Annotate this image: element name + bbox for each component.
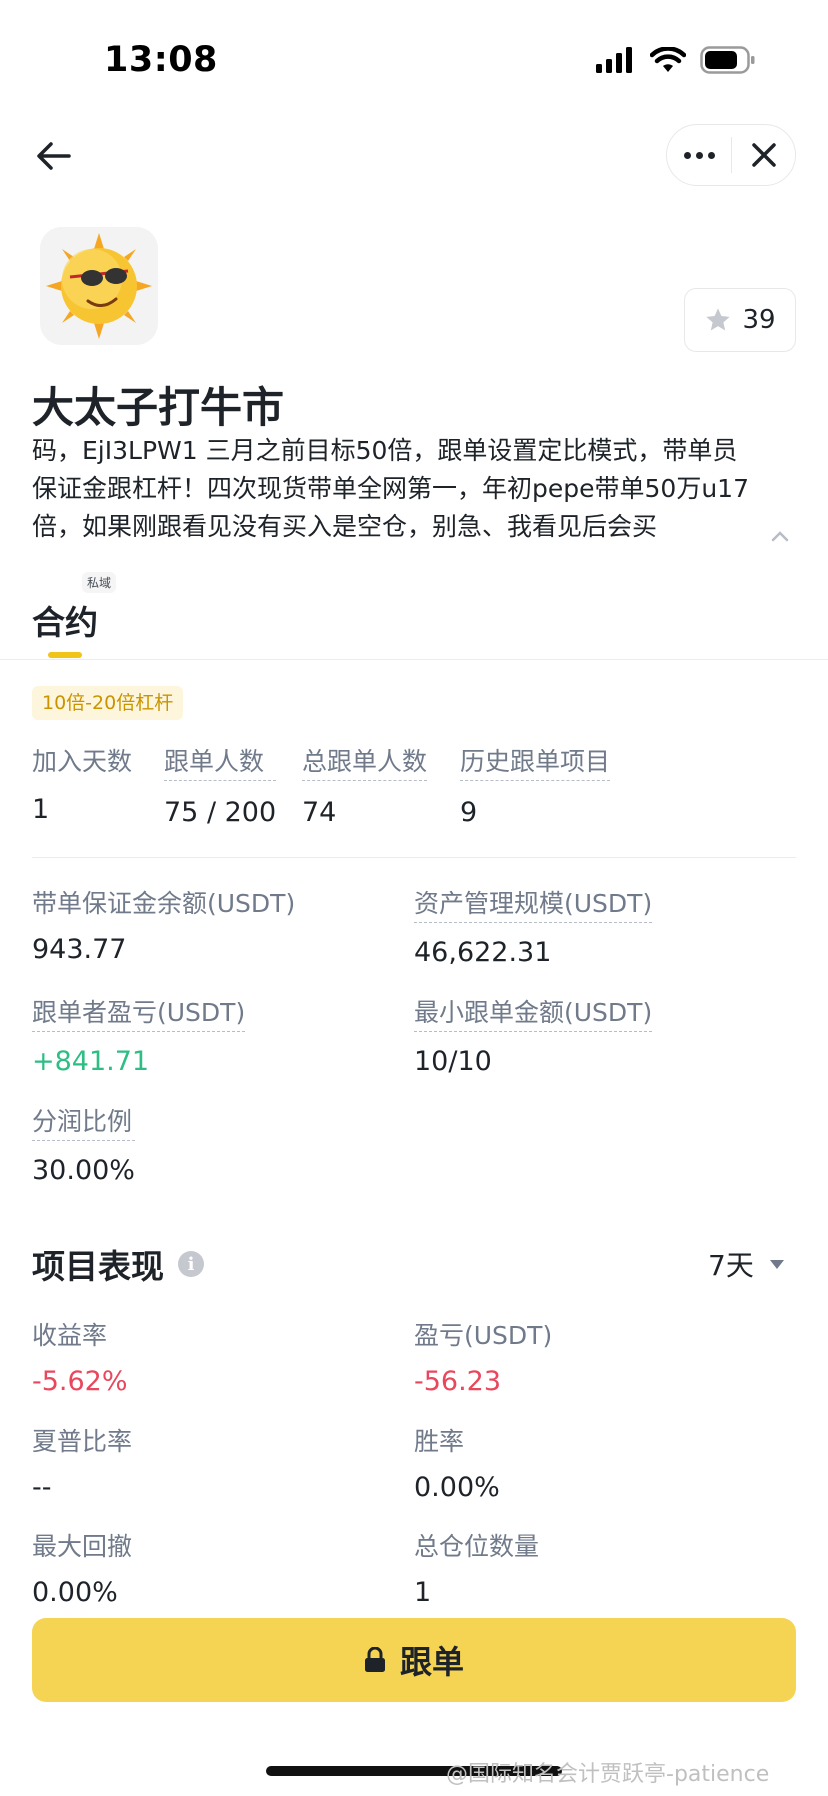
roi: 收益率 -5.62% (32, 1316, 128, 1397)
period-select[interactable]: 7天 (708, 1244, 784, 1284)
stat-label: 最小跟单金额(USDT) (414, 993, 653, 1032)
status-icons (596, 46, 756, 74)
stat-value: +841.71 (32, 1046, 150, 1077)
stat-value: 943.77 (32, 934, 127, 965)
top-nav (0, 124, 828, 188)
collapse-bio-button[interactable] (766, 524, 794, 548)
stat-label: 最大回撤 (32, 1532, 133, 1561)
pnl: 盈亏(USDT) -56.23 (414, 1316, 552, 1397)
follower-pnl[interactable]: 跟单者盈亏(USDT) +841.71 (32, 993, 246, 1077)
follow-button[interactable]: 跟单 (32, 1618, 796, 1702)
stat-value: 1 (414, 1577, 432, 1608)
stat-value: 75 / 200 (164, 797, 277, 828)
trader-bio: 码，EjI3LPW1 三月之前目标50倍，跟单设置定比模式，带单员保证金跟杠杆！… (32, 436, 749, 541)
lock-icon (364, 1647, 385, 1672)
tab-bar: 私域 合约 (0, 560, 828, 660)
arrow-left-icon (37, 142, 71, 170)
mini-program-capsule (666, 124, 796, 186)
status-time: 13:08 (104, 40, 218, 80)
stat-value: -56.23 (414, 1366, 502, 1397)
wifi-icon (650, 47, 686, 72)
follow-button-label: 跟单 (399, 1643, 464, 1681)
active-tab-indicator (48, 652, 82, 658)
stat-label: 盈亏(USDT) (414, 1321, 553, 1350)
sun-avatar-image (40, 227, 158, 345)
stat-value: 0.00% (414, 1472, 500, 1503)
stat-value: 9 (460, 797, 478, 828)
total-positions: 总仓位数量 1 (414, 1527, 539, 1608)
more-button[interactable] (667, 125, 731, 185)
win-rate: 胜率 0.00% (414, 1422, 500, 1503)
stat-value: -5.62% (32, 1366, 128, 1397)
profit-share[interactable]: 分润比例 30.00% (32, 1102, 135, 1186)
trader-name: 大太子打牛市 (32, 383, 285, 432)
favorite-button[interactable]: 39 (684, 288, 796, 352)
stat-value: 74 (302, 797, 337, 828)
favorite-count: 39 (742, 305, 776, 335)
stat-history-projects[interactable]: 历史跟单项目 9 (460, 742, 611, 828)
more-horizontal-icon (683, 151, 691, 159)
stat-label: 总跟单人数 (302, 742, 428, 781)
cellular-signal-icon (596, 47, 632, 73)
tab-futures[interactable]: 合约 (32, 596, 98, 644)
margin-balance: 带单保证金余额(USDT) 943.77 (32, 884, 295, 965)
chevron-up-icon (771, 531, 789, 542)
stat-days-joined: 加入天数 1 (32, 742, 132, 825)
info-icon[interactable]: i (178, 1251, 204, 1277)
close-button[interactable] (732, 125, 795, 185)
avatar (40, 227, 158, 345)
stat-label: 胜率 (414, 1427, 465, 1456)
divider (32, 857, 796, 858)
leverage-badge: 10倍-20倍杠杆 (32, 686, 184, 720)
stat-value: 1 (32, 794, 50, 825)
stat-label: 分润比例 (32, 1102, 135, 1141)
status-bar: 13:08 (0, 0, 828, 120)
caret-down-icon (769, 1259, 784, 1269)
stat-value: -- (32, 1472, 52, 1503)
back-button[interactable] (30, 132, 78, 180)
stat-label: 总仓位数量 (414, 1532, 540, 1561)
max-drawdown: 最大回撤 0.00% (32, 1527, 132, 1608)
stat-value: 46,622.31 (414, 937, 552, 968)
stat-label: 资产管理规模(USDT) (414, 884, 653, 923)
stat-followers[interactable]: 跟单人数 75 / 200 (164, 742, 277, 828)
watermark: @国际知名会计贾跃亭-patience (446, 1762, 770, 1787)
stat-label: 收益率 (32, 1321, 108, 1350)
stat-value: 10/10 (414, 1046, 492, 1077)
stat-label: 加入天数 (32, 747, 133, 776)
sharpe-ratio: 夏普比率 -- (32, 1422, 132, 1503)
aum[interactable]: 资产管理规模(USDT) 46,622.31 (414, 884, 653, 968)
stat-label: 跟单者盈亏(USDT) (32, 993, 246, 1032)
stat-label: 历史跟单项目 (460, 742, 611, 781)
min-follow-amount[interactable]: 最小跟单金额(USDT) 10/10 (414, 993, 653, 1077)
performance-title-text: 项目表现 (32, 1247, 164, 1286)
stat-value: 0.00% (32, 1577, 118, 1608)
performance-title: 项目表现 i (32, 1240, 204, 1288)
stat-value: 30.00% (32, 1155, 135, 1186)
star-icon (706, 308, 731, 331)
close-icon (751, 143, 776, 167)
stat-label: 跟单人数 (164, 742, 277, 781)
period-value: 7天 (708, 1249, 754, 1282)
stat-label: 夏普比率 (32, 1427, 133, 1456)
stat-label: 带单保证金余额(USDT) (32, 889, 296, 918)
battery-icon (700, 46, 755, 74)
stat-total-followers[interactable]: 总跟单人数 74 (302, 742, 428, 828)
private-badge: 私域 (82, 572, 117, 593)
